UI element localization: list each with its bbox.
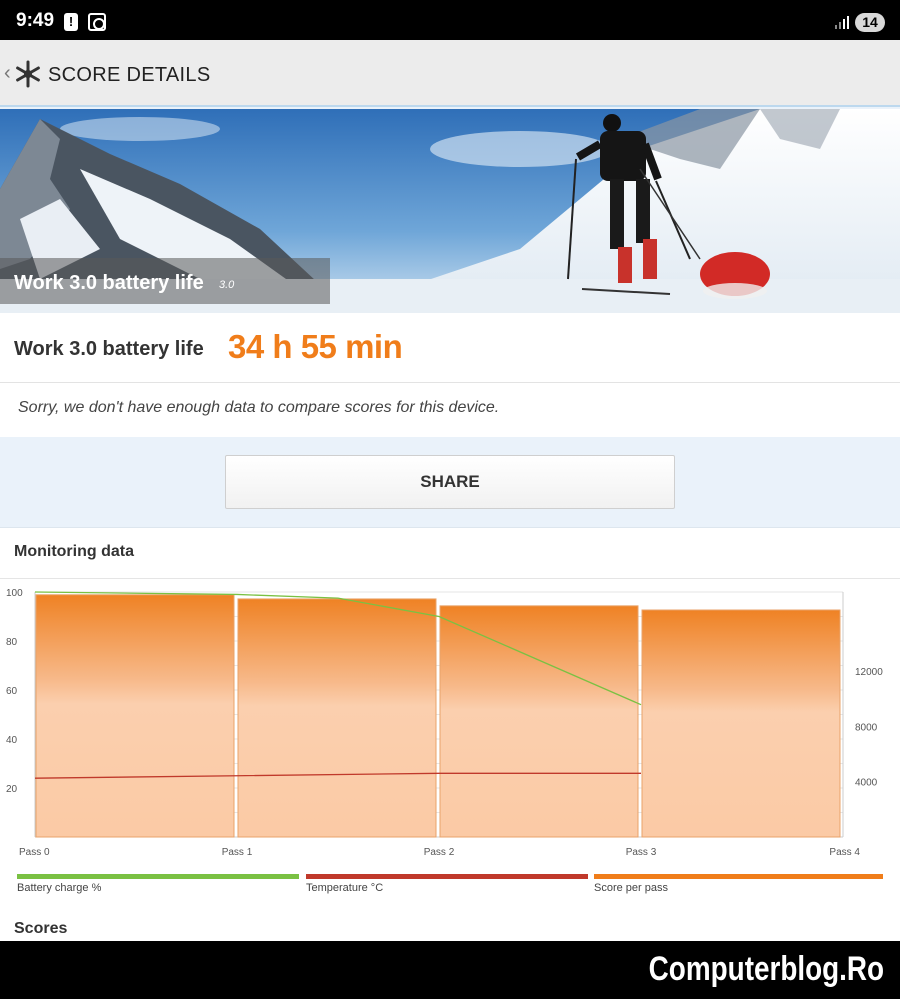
x-tick-label: Pass 2 — [424, 847, 455, 858]
y-left-tick-label: 40 — [6, 735, 18, 746]
watermark: Computerblog.Ro — [648, 950, 884, 988]
monitoring-header: Monitoring data — [0, 528, 900, 579]
legend-score-swatch — [594, 874, 883, 879]
compare-message: Sorry, we don't have enough data to comp… — [18, 399, 500, 416]
y-right-tick-label: 12000 — [855, 667, 883, 678]
alert-icon: ! — [64, 13, 78, 31]
app-screen: 9:49 ! 14 ‹ SCORE DETAILS Work 3.0 batte… — [0, 0, 900, 999]
legend-score-label: Score per pass — [594, 882, 668, 894]
monitoring-card: Monitoring data 20 40 60 80 100 4000 8000 12000… — [0, 527, 900, 941]
x-tick-label: Pass 1 — [222, 847, 253, 858]
score-value: 34 h 55 min — [228, 328, 403, 365]
page-title: SCORE DETAILS — [48, 64, 211, 86]
status-bar: 9:49 ! 14 — [0, 0, 900, 40]
x-tick-label: Pass 3 — [626, 847, 657, 858]
x-tick-label: Pass 0 — [19, 847, 50, 858]
legend-battery-swatch — [17, 874, 299, 879]
compare-row: Sorry, we don't have enough data to comp… — [0, 383, 900, 437]
y-right-tick-label: 4000 — [855, 778, 878, 789]
share-button[interactable]: SHARE — [225, 455, 675, 509]
score-bar — [439, 605, 639, 838]
score-bar — [641, 609, 841, 838]
legend-temperature-label: Temperature °C — [306, 882, 384, 894]
y-left-tick-label: 100 — [6, 588, 23, 599]
battery-level-badge: 14 — [855, 13, 885, 32]
legend-temperature-swatch — [306, 874, 588, 879]
score-row: Work 3.0 battery life 34 h 55 min — [0, 313, 900, 383]
legend-battery-label: Battery charge % — [17, 882, 102, 894]
monitoring-chart: 20 40 60 80 100 4000 8000 12000 Pass 0 Pass 1 Pass… — [6, 588, 883, 858]
y-left-tick-label: 60 — [6, 686, 18, 697]
score-bar — [35, 594, 235, 838]
y-left-tick-label: 20 — [6, 784, 18, 795]
snowflake-icon — [16, 60, 40, 88]
screenshot-icon — [88, 13, 106, 31]
banner-caption: Work 3.0 battery life — [14, 272, 204, 294]
app-bar: ‹ SCORE DETAILS — [0, 40, 900, 107]
score-label: Work 3.0 battery life — [14, 338, 204, 360]
monitoring-title: Monitoring data — [14, 543, 134, 560]
banner-version: 3.0 — [219, 279, 235, 291]
signal-icon — [835, 16, 849, 29]
y-left-tick-label: 80 — [6, 637, 18, 648]
chevron-left-icon[interactable]: ‹ — [4, 62, 11, 85]
x-tick-label: Pass 4 — [829, 847, 860, 858]
score-bar — [237, 598, 437, 838]
y-right-tick-label: 8000 — [855, 722, 878, 733]
scores-title: Scores — [14, 920, 68, 937]
status-time: 9:49 — [16, 10, 55, 31]
